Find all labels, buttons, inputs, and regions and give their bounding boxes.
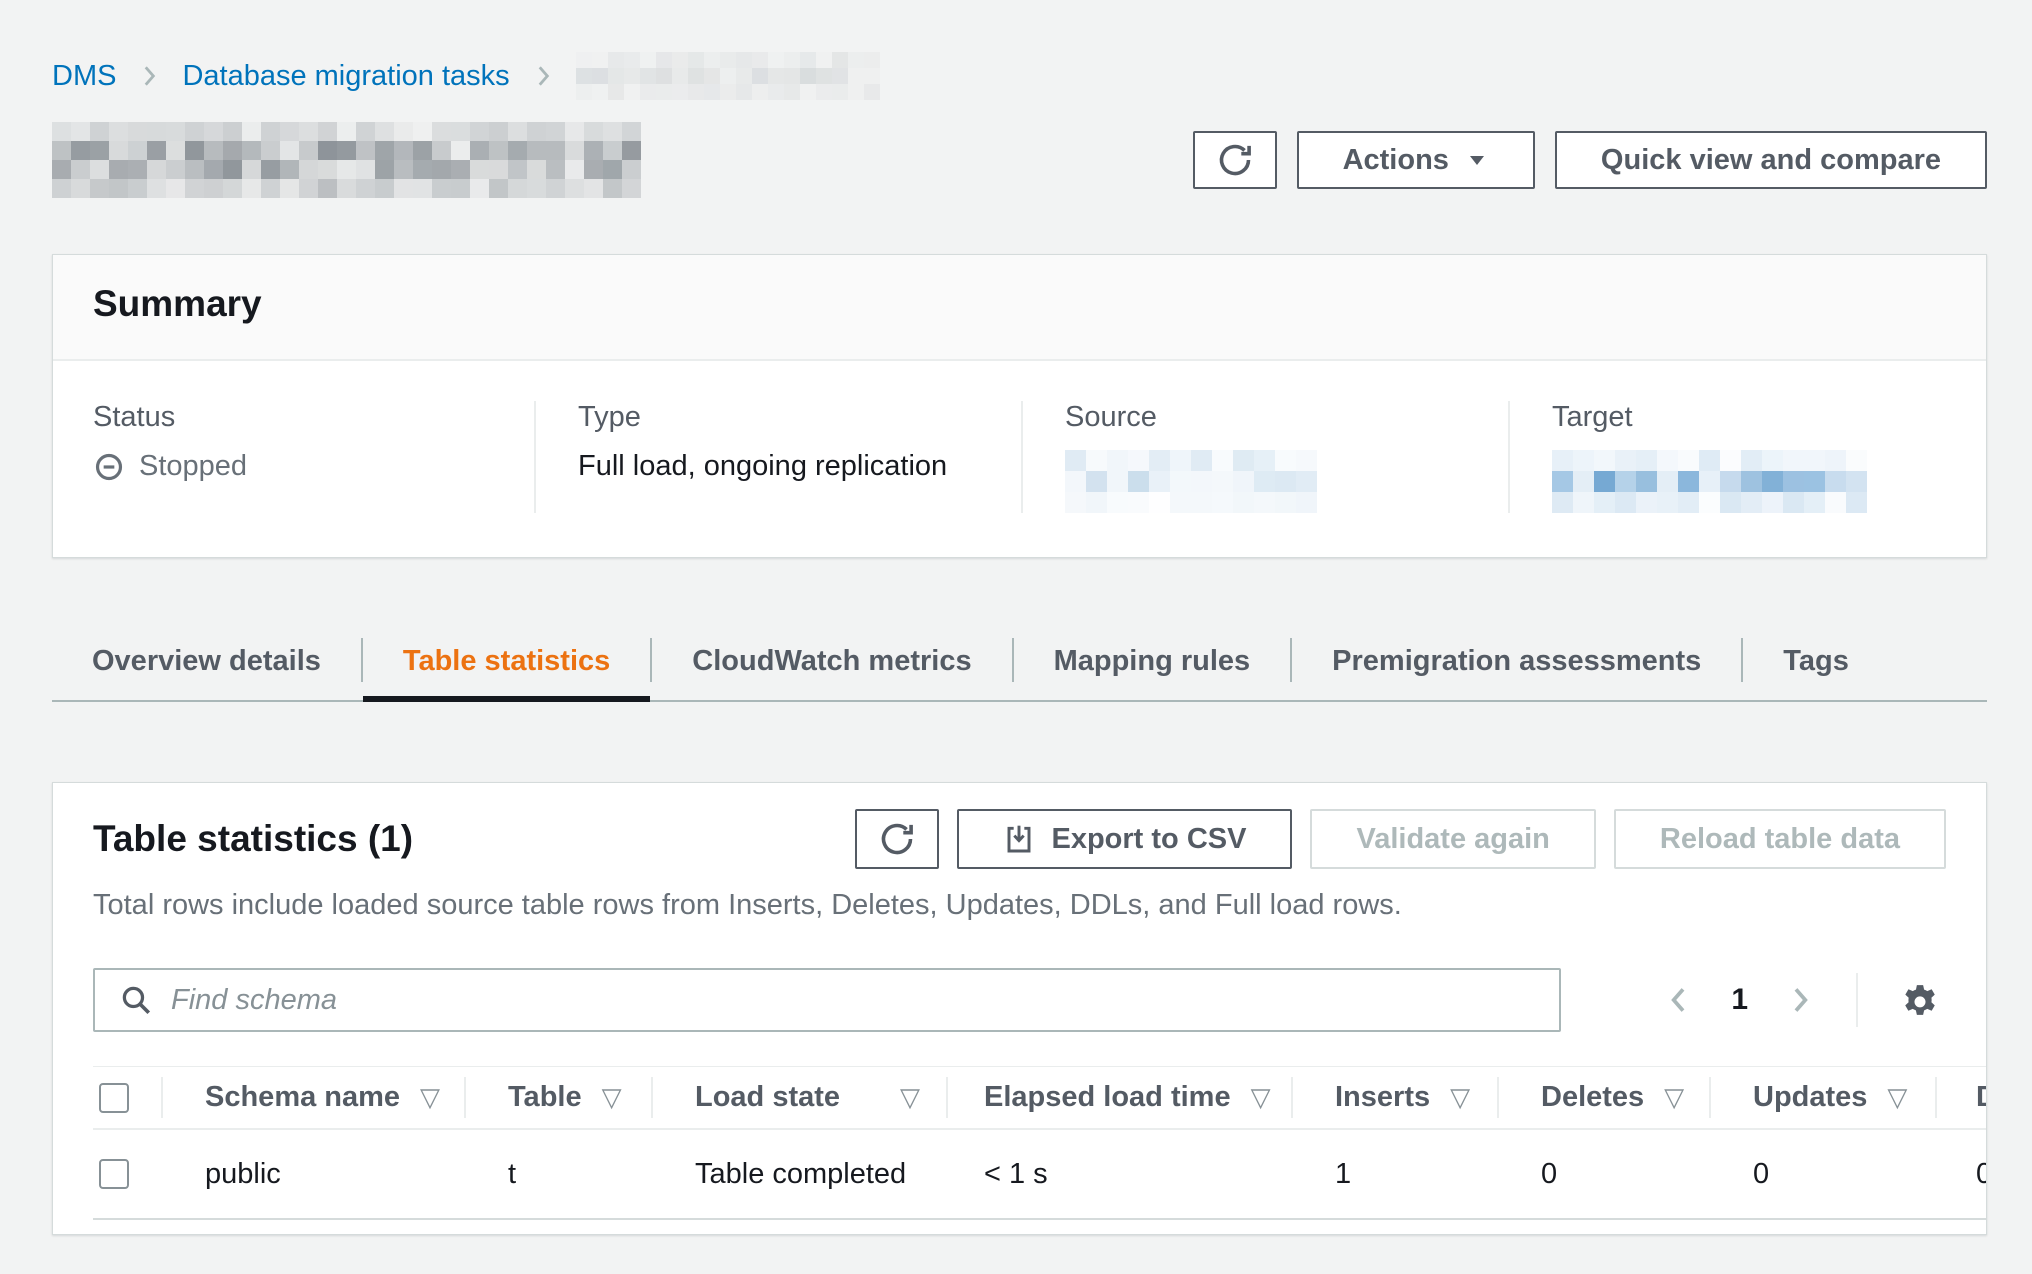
previous-page-button[interactable] (1659, 980, 1699, 1020)
column-header-inserts[interactable]: Inserts▽ (1291, 1067, 1497, 1128)
column-header-table[interactable]: Table▽ (464, 1067, 651, 1128)
chevron-left-icon (1663, 984, 1695, 1016)
tab-cloudwatch-metrics[interactable]: CloudWatch metrics (652, 622, 1011, 700)
page-header: Actions Quick view and compare (52, 122, 1987, 198)
column-header-schema-name[interactable]: Schema name▽ (161, 1067, 464, 1128)
search-icon (119, 983, 153, 1017)
actions-button[interactable]: Actions (1297, 131, 1535, 189)
status-label: Status (93, 401, 534, 434)
column-header-deletes[interactable]: Deletes▽ (1497, 1067, 1709, 1128)
refresh-button[interactable] (1193, 131, 1277, 189)
actions-button-label: Actions (1343, 144, 1449, 177)
select-all-checkbox[interactable] (99, 1083, 129, 1113)
redacted-page-title (52, 122, 641, 198)
summary-title: Summary (93, 283, 1946, 325)
export-to-csv-label: Export to CSV (1051, 823, 1246, 856)
source-label: Source (1065, 401, 1508, 434)
cell-updates: 0 (1709, 1130, 1935, 1218)
chevron-right-icon (136, 63, 162, 89)
tab-overview-details[interactable]: Overview details (52, 622, 361, 700)
sort-icon: ▽ (1251, 1082, 1271, 1113)
pager-divider (1856, 973, 1858, 1027)
type-label: Type (578, 401, 1021, 434)
validate-again-button[interactable]: Validate again (1310, 809, 1595, 869)
select-all-cell (93, 1067, 161, 1128)
breadcrumb-link-tasks[interactable]: Database migration tasks (182, 60, 509, 93)
row-checkbox[interactable] (99, 1159, 129, 1189)
next-page-button[interactable] (1780, 980, 1820, 1020)
source-endpoint-link-redacted[interactable] (1065, 450, 1317, 513)
table-statistics-description: Total rows include loaded source table r… (53, 889, 1986, 922)
status-value: Stopped (139, 450, 247, 483)
find-schema-input[interactable] (171, 970, 1559, 1030)
breadcrumb-link-dms[interactable]: DMS (52, 60, 116, 93)
export-to-csv-button[interactable]: Export to CSV (957, 809, 1292, 869)
find-schema-searchbox (93, 968, 1561, 1032)
quick-view-label: Quick view and compare (1601, 144, 1941, 177)
tab-mapping-rules[interactable]: Mapping rules (1014, 622, 1291, 700)
summary-source-field: Source (1021, 401, 1508, 513)
row-select-cell (93, 1130, 161, 1218)
type-value: Full load, ongoing replication (578, 450, 947, 483)
cell-schema-name: public (161, 1130, 464, 1218)
sort-icon: ▽ (1450, 1082, 1470, 1113)
sort-icon: ▽ (602, 1082, 622, 1113)
stopped-circle-minus-icon (93, 451, 125, 483)
table-preferences-button[interactable] (1894, 974, 1946, 1026)
chevron-right-icon (1784, 984, 1816, 1016)
summary-target-field: Target (1508, 401, 1986, 513)
caret-down-icon (1465, 148, 1489, 172)
validate-again-label: Validate again (1356, 823, 1549, 856)
target-label: Target (1552, 401, 1986, 434)
column-header-load-state[interactable]: Load state▽ (651, 1067, 946, 1128)
cell-ddls: 0 (1935, 1130, 1986, 1218)
table-statistics-table: Schema name▽ Table▽ Load state▽ Elapsed … (93, 1066, 1986, 1220)
table-row: public t Table completed < 1 s 1 0 0 0 (93, 1130, 1986, 1220)
export-download-icon (1003, 823, 1035, 855)
summary-panel: Summary Status Stopped Type (52, 254, 1987, 558)
cell-inserts: 1 (1291, 1130, 1497, 1218)
column-header-elapsed-load-time[interactable]: Elapsed load time▽ (946, 1067, 1291, 1128)
cell-load-state: Table completed (651, 1130, 946, 1218)
tab-tags[interactable]: Tags (1743, 622, 1889, 700)
breadcrumb-redacted-task-name (576, 52, 880, 100)
table-statistics-panel: Table statistics (1) (52, 782, 1987, 1235)
table-statistics-title: Table statistics (1) (93, 809, 413, 869)
sort-icon: ▽ (1664, 1082, 1684, 1113)
tab-premigration-assessments[interactable]: Premigration assessments (1292, 622, 1741, 700)
pagination: 1 (1659, 973, 1946, 1027)
cell-elapsed-load-time: < 1 s (946, 1130, 1291, 1218)
target-endpoint-link-redacted[interactable] (1552, 450, 1867, 513)
breadcrumb: DMS Database migration tasks (52, 0, 1987, 100)
sort-icon: ▽ (1887, 1082, 1907, 1113)
cell-deletes: 0 (1497, 1130, 1709, 1218)
sort-icon: ▽ (420, 1082, 440, 1113)
sort-icon: ▽ (900, 1082, 920, 1113)
summary-panel-header: Summary (53, 255, 1986, 361)
summary-status-field: Status Stopped (53, 401, 534, 513)
tab-table-statistics[interactable]: Table statistics (363, 622, 650, 700)
reload-table-data-label: Reload table data (1660, 823, 1900, 856)
column-header-ddls[interactable]: DDLs (1935, 1067, 1986, 1128)
table-refresh-button[interactable] (855, 809, 939, 869)
summary-type-field: Type Full load, ongoing replication (534, 401, 1021, 513)
column-header-updates[interactable]: Updates▽ (1709, 1067, 1935, 1128)
refresh-icon (879, 821, 915, 857)
quick-view-and-compare-button[interactable]: Quick view and compare (1555, 131, 1987, 189)
table-header-row: Schema name▽ Table▽ Load state▽ Elapsed … (93, 1066, 1986, 1130)
reload-table-data-button[interactable]: Reload table data (1614, 809, 1946, 869)
chevron-right-icon (530, 63, 556, 89)
task-detail-tabs: Overview details Table statistics CloudW… (52, 622, 1987, 702)
cell-table: t (464, 1130, 651, 1218)
refresh-icon (1217, 142, 1253, 178)
current-page-number[interactable]: 1 (1727, 983, 1752, 1017)
gear-icon (1898, 978, 1942, 1022)
